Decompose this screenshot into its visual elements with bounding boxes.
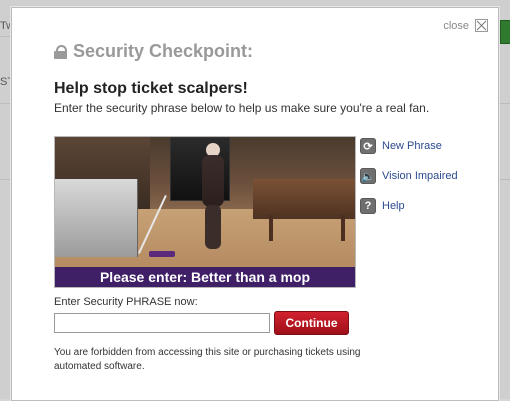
modal-title-text: Security Checkpoint: [73,41,254,61]
phrase-field-label: Enter Security PHRASE now: [54,296,198,308]
disclaimer: You are forbidden from accessing this si… [54,347,361,372]
new-phrase-action[interactable]: ⟳ New Phrase [360,138,480,154]
security-checkpoint-modal: close Security Checkpoint: Help stop tic… [11,7,499,401]
captcha-actions: ⟳ New Phrase 🔈 Vision Impaired ? Help [360,138,480,228]
speaker-icon[interactable]: 🔈 [360,168,376,184]
lock-icon [54,44,67,59]
new-phrase-link[interactable]: New Phrase [382,140,442,152]
vision-impaired-action[interactable]: 🔈 Vision Impaired [360,168,480,184]
close-label[interactable]: close [443,20,469,32]
close-icon[interactable] [475,19,488,32]
help-action[interactable]: ? Help [360,198,480,214]
captcha-image: Please enter: Better than a mop [54,136,356,288]
continue-button[interactable]: Continue [274,311,349,335]
subtext: Enter the security phrase below to help … [54,101,430,115]
captcha-banner: Please enter: Better than a mop [55,267,355,287]
vision-impaired-link[interactable]: Vision Impaired [382,170,458,182]
close-control[interactable]: close [443,19,488,32]
background-green-tab [500,20,510,44]
phrase-input[interactable] [54,313,270,333]
headline: Help stop ticket scalpers! [54,80,248,97]
refresh-icon[interactable]: ⟳ [360,138,376,154]
modal-title: Security Checkpoint: [54,41,253,62]
captcha-photo [55,137,355,267]
help-link[interactable]: Help [382,200,405,212]
help-icon[interactable]: ? [360,198,376,214]
